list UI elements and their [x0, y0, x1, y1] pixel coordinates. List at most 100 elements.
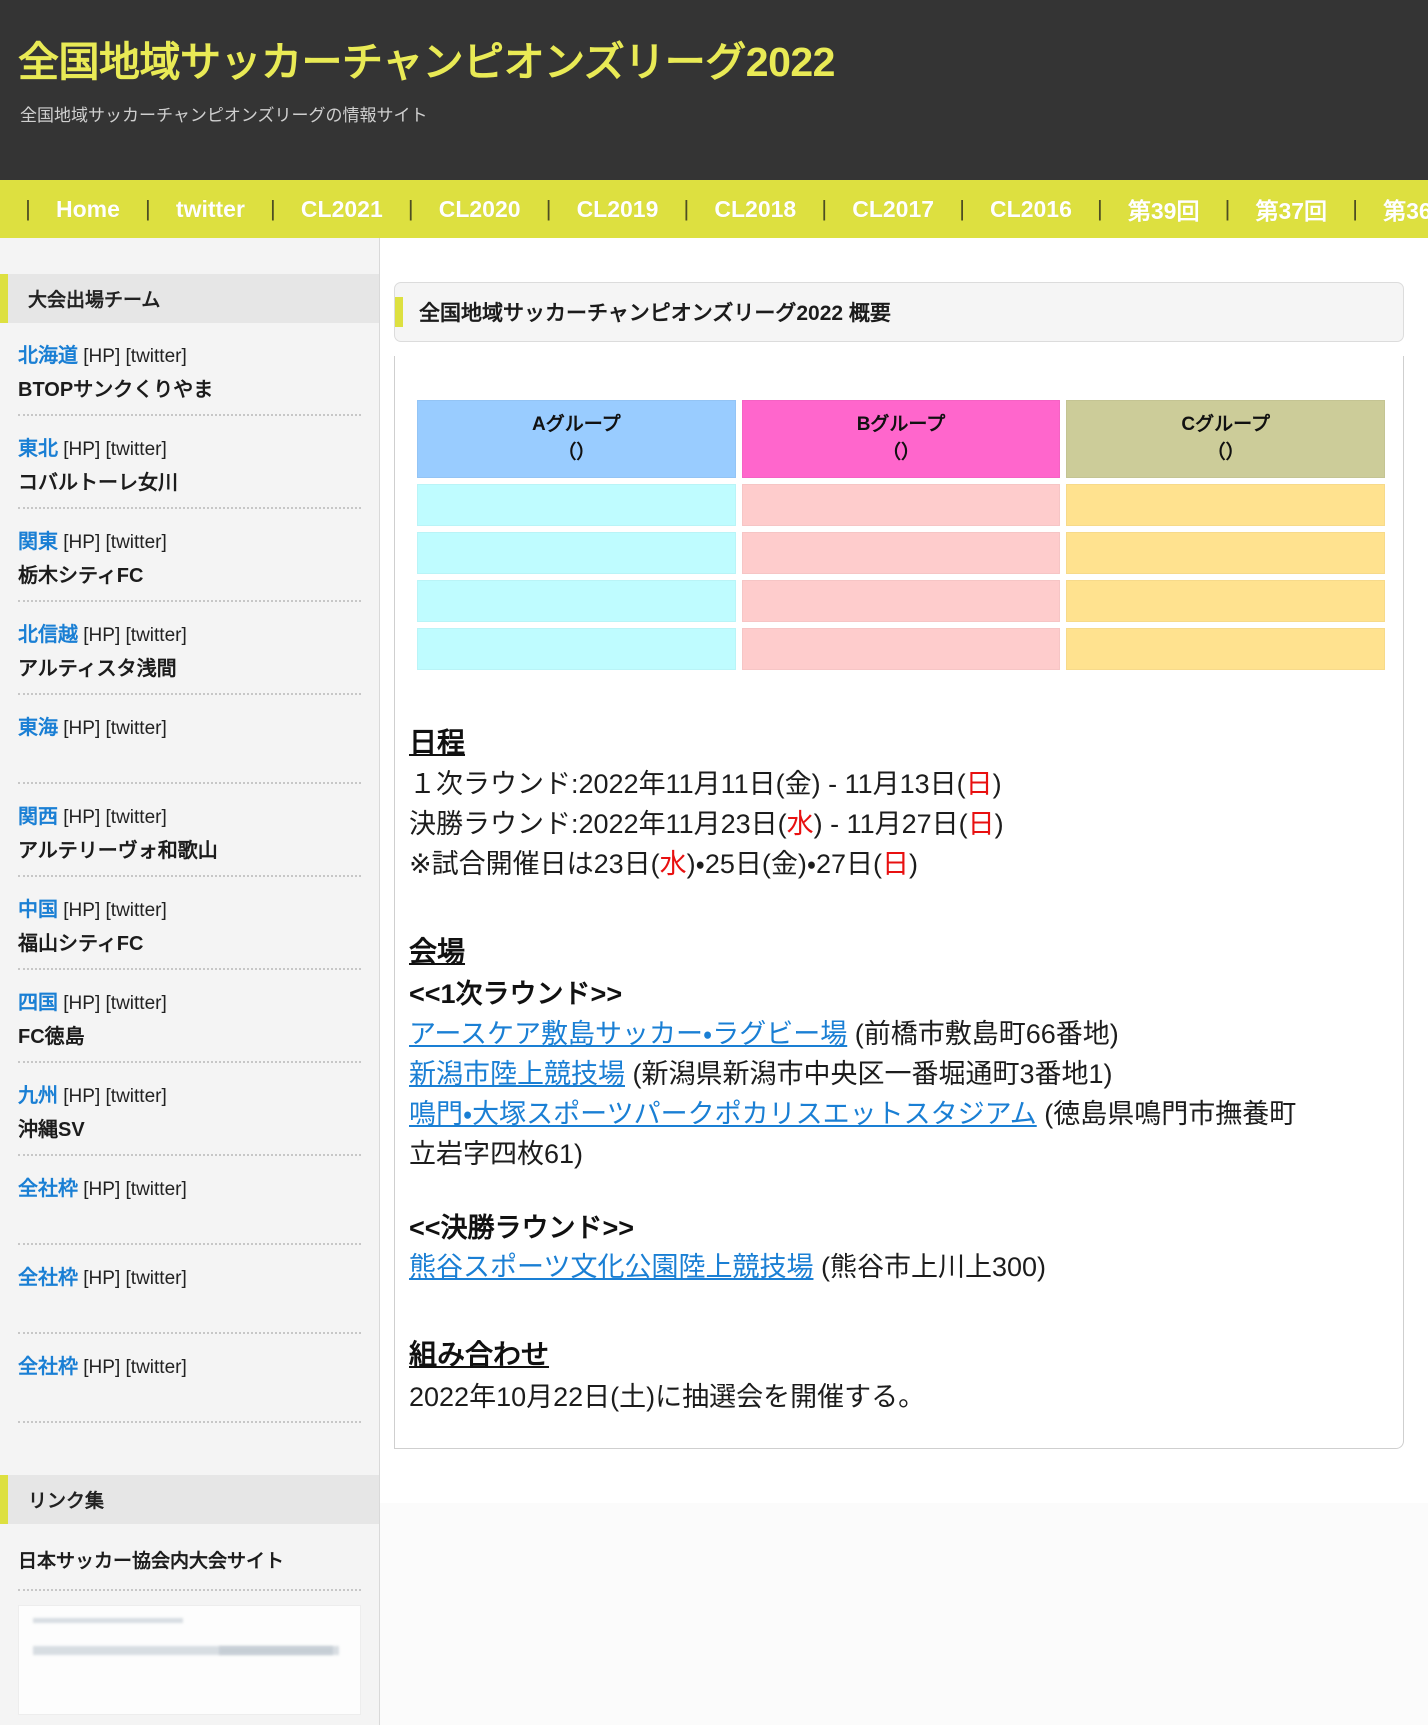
team-region-link[interactable]: 東海	[18, 717, 58, 739]
team-twitter-link[interactable]: [twitter]	[126, 1268, 187, 1289]
team-region-link[interactable]: 全社枠	[18, 1267, 78, 1289]
team-region-link[interactable]: 関東	[18, 531, 58, 553]
group-table: Aグループ （） Bグループ （） Cグループ （）	[411, 394, 1391, 676]
nav-item-cl2018[interactable]: CL2018	[700, 196, 810, 223]
team-name	[18, 1206, 361, 1231]
team-hp-link[interactable]: [HP]	[63, 532, 100, 553]
page-title: 全国地域サッカーチャンピオンズリーグ2022	[18, 39, 835, 85]
venue-section: 会場 <<1次ラウンド>> アースケア敷島サッカー・ラグビー場 (前橋市敷島町6…	[409, 931, 1403, 1288]
team-list-item: 四国 [HP] [twitter] FC徳島	[18, 970, 361, 1063]
group-header-note: （）	[881, 442, 920, 463]
nav-item-cl2021[interactable]: CL2021	[287, 196, 397, 223]
overview-panel: 全国地域サッカーチャンピオンズリーグ2022 概要	[394, 282, 1404, 342]
team-list-item: 全社枠 [HP] [twitter]	[18, 1334, 361, 1423]
nav-item-cl2016[interactable]: CL2016	[976, 196, 1086, 223]
team-hp-link[interactable]: [HP]	[63, 807, 100, 828]
team-region-link[interactable]: 東北	[18, 438, 58, 460]
nav-separator: |	[145, 196, 151, 221]
group-cell-a-4	[417, 628, 736, 670]
site-header: 全国地域サッカーチャンピオンズリーグ2022 全国地域サッカーチャンピオンズリー…	[0, 0, 1428, 180]
team-external-links: [HP] [twitter]	[78, 1268, 187, 1289]
nav-item-cl2020[interactable]: CL2020	[425, 196, 535, 223]
team-hp-link[interactable]: [HP]	[63, 900, 100, 921]
nav-separator: |	[683, 196, 690, 221]
venue-line: 新潟市陸上競技場 (新潟県新潟市中央区一番堀通町3番地1)	[409, 1055, 1403, 1095]
main-navigation: | Home | twitter | CL2021 | CL2020 | CL2019 | CL201…	[0, 180, 1428, 238]
team-twitter-link[interactable]: [twitter]	[106, 718, 167, 739]
team-external-links: [HP] [twitter]	[58, 718, 167, 739]
team-twitter-link[interactable]: [twitter]	[126, 625, 187, 646]
team-region-link[interactable]: 関西	[18, 806, 58, 828]
team-region-link[interactable]: 北海道	[18, 345, 78, 367]
nav-item-cl2019[interactable]: CL2019	[563, 196, 673, 223]
team-region-link[interactable]: 中国	[18, 899, 58, 921]
team-list-item: 東海 [HP] [twitter]	[18, 695, 361, 784]
link-thumbnail-image[interactable]	[18, 1605, 361, 1715]
team-hp-link[interactable]: [HP]	[63, 1086, 100, 1107]
team-twitter-link[interactable]: [twitter]	[106, 807, 167, 828]
team-twitter-link[interactable]: [twitter]	[126, 1179, 187, 1200]
first-round-venue-list: アースケア敷島サッカー・ラグビー場 (前橋市敷島町66番地) 新潟市陸上競技場 (…	[409, 1015, 1403, 1175]
venue-heading: 会場	[409, 936, 466, 968]
venue-link[interactable]: アースケア敷島サッカー・ラグビー場	[409, 1019, 847, 1049]
team-hp-link[interactable]: [HP]	[83, 1179, 120, 1200]
overview-content-box: Aグループ （） Bグループ （） Cグループ （） 日程 １次ラウンド:2022年11月…	[394, 356, 1404, 1449]
team-hp-link[interactable]: [HP]	[83, 625, 120, 646]
link-item-title[interactable]: 日本サッカー協会内大会サイト	[18, 1524, 361, 1591]
team-twitter-link[interactable]: [twitter]	[106, 900, 167, 921]
venue-link[interactable]: 新潟市陸上競技場	[409, 1059, 625, 1089]
team-list-item: 北海道 [HP] [twitter] BTOPサンクくりやま	[18, 323, 361, 416]
draw-section: 組み合わせ 2022年10月22日(土)に抽選会を開催する。	[409, 1334, 1403, 1417]
nav-item-第39回[interactable]: 第39回	[1114, 192, 1214, 226]
draw-text: 2022年10月22日(土)に抽選会を開催する。	[409, 1381, 926, 1412]
link-list: 日本サッカー協会内大会サイト	[0, 1524, 379, 1715]
sidebar: 大会出場チーム 北海道 [HP] [twitter] BTOPサンクくりやま 東北 …	[0, 238, 380, 1725]
team-list-item: 中国 [HP] [twitter] 福山シティFC	[18, 877, 361, 970]
team-twitter-link[interactable]: [twitter]	[106, 532, 167, 553]
main-content: 全国地域サッカーチャンピオンズリーグ2022 概要 Aグループ （） Bグループ （）…	[380, 238, 1428, 1503]
schedule-line-2-weekday-1: 水	[786, 809, 814, 840]
team-twitter-link[interactable]: [twitter]	[126, 346, 187, 367]
team-hp-link[interactable]: [HP]	[63, 993, 100, 1014]
schedule-line-3-text: ※試合開催日は23日(	[409, 849, 660, 880]
group-header-c: Cグループ （）	[1066, 400, 1385, 478]
venue-address: (熊谷市上川上300)	[820, 1252, 1047, 1283]
schedule-line-3-tail: )	[909, 849, 919, 880]
team-name	[18, 1384, 361, 1409]
final-round-venue-list: 熊谷スポーツ文化公園陸上競技場 (熊谷市上川上300)	[409, 1248, 1403, 1288]
group-header-a: Aグループ （）	[417, 400, 736, 478]
team-region-link[interactable]: 九州	[18, 1085, 58, 1107]
group-header-note: （）	[557, 442, 596, 463]
team-region-link[interactable]: 全社枠	[18, 1356, 78, 1378]
team-twitter-link[interactable]: [twitter]	[106, 993, 167, 1014]
team-name: コバルトーレ女川	[18, 472, 178, 494]
nav-item-twitter[interactable]: twitter	[162, 196, 259, 223]
team-region-link[interactable]: 北信越	[18, 624, 78, 646]
team-twitter-link[interactable]: [twitter]	[126, 1357, 187, 1378]
nav-item-第36回[interactable]: 第36回	[1369, 192, 1428, 226]
nav-item-cl2017[interactable]: CL2017	[838, 196, 948, 223]
team-twitter-link[interactable]: [twitter]	[106, 1086, 167, 1107]
sidebar-heading-links: リンク集	[0, 1475, 379, 1524]
team-hp-link[interactable]: [HP]	[83, 1268, 120, 1289]
nav-item-home[interactable]: Home	[42, 196, 134, 223]
team-hp-link[interactable]: [HP]	[63, 718, 100, 739]
team-hp-link[interactable]: [HP]	[83, 1357, 120, 1378]
team-list-item: 九州 [HP] [twitter] 沖縄SV	[18, 1063, 361, 1156]
team-twitter-link[interactable]: [twitter]	[106, 439, 167, 460]
group-table-row	[417, 484, 1385, 526]
venue-link[interactable]: 鳴門・大塚スポーツパークポカリスエットスタジアム	[409, 1099, 1037, 1129]
team-hp-link[interactable]: [HP]	[63, 439, 100, 460]
nav-item-第37回[interactable]: 第37回	[1241, 192, 1341, 226]
team-hp-link[interactable]: [HP]	[83, 346, 120, 367]
team-name: アルティスタ浅間	[18, 658, 177, 680]
group-cell-c-1	[1066, 484, 1385, 526]
team-region-link[interactable]: 四国	[18, 992, 58, 1014]
venue-link[interactable]: 熊谷スポーツ文化公園陸上競技場	[409, 1252, 813, 1282]
schedule-line-3-weekday-1: 水	[659, 849, 687, 880]
team-region-link[interactable]: 全社枠	[18, 1178, 78, 1200]
venue-line: 鳴門・大塚スポーツパークポカリスエットスタジアム (徳島県鳴門市撫養町	[409, 1095, 1403, 1135]
venue-first-round-label: <<1次ラウンド>>	[409, 978, 623, 1009]
group-cell-b-3	[741, 580, 1061, 622]
schedule-line-2-mid: ) - 11月27日(	[813, 809, 968, 840]
